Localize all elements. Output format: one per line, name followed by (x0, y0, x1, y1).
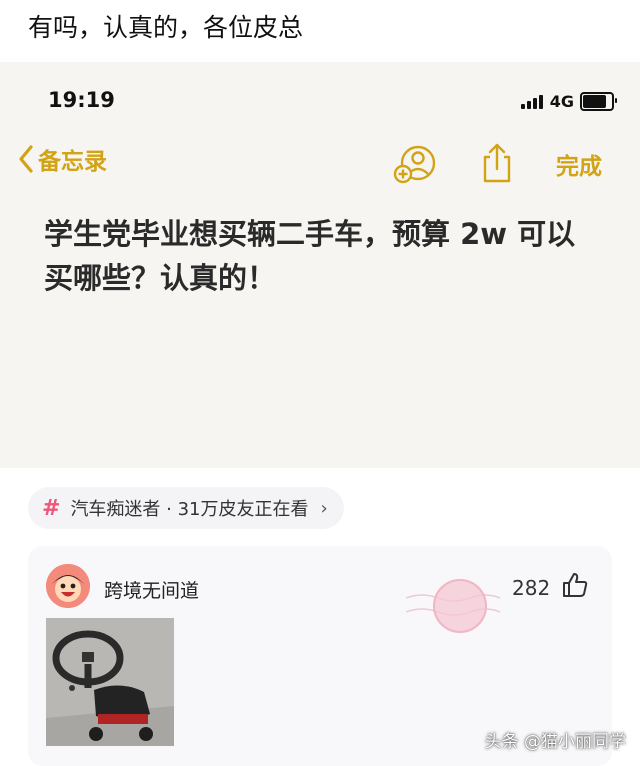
done-button[interactable]: 完成 (556, 147, 602, 181)
note-content[interactable]: 学生党毕业想买辆二手车，预算 2w 可以买哪些？认真的！ (44, 212, 604, 300)
status-indicators: 4G (520, 92, 617, 111)
back-button[interactable]: 备忘录 (18, 142, 107, 176)
topic-pill[interactable]: # 汽车痴迷者 · 31万皮友正在看 › (28, 487, 344, 529)
notes-screenshot: 19:19 4G 备忘录 完成 学生党毕业想买辆二手车，预算 2w 可以买哪些？… (0, 62, 640, 468)
battery-icon (580, 92, 617, 111)
back-label: 备忘录 (38, 149, 107, 175)
signal-icon (520, 94, 543, 109)
watermark: 头条 @猫小丽同学 (484, 732, 626, 752)
chevron-left-icon (19, 145, 33, 173)
comment-image[interactable] (46, 618, 174, 746)
hash-icon: # (42, 495, 61, 521)
avatar[interactable] (46, 564, 90, 608)
chevron-right-icon: › (320, 497, 328, 519)
network-type: 4G (549, 92, 574, 111)
share-icon[interactable] (480, 142, 514, 188)
add-person-icon[interactable] (392, 144, 438, 188)
topic-label: 汽车痴迷者 · 31万皮友正在看 (70, 499, 309, 520)
like-count: 282 (512, 576, 551, 600)
thumbs-up-icon[interactable] (562, 572, 588, 602)
stamp-graphic (402, 568, 502, 652)
comment-username[interactable]: 跨境无间道 (104, 576, 199, 603)
status-time: 19:19 (48, 88, 115, 112)
post-caption: 有吗，认真的，各位皮总 (28, 13, 304, 42)
